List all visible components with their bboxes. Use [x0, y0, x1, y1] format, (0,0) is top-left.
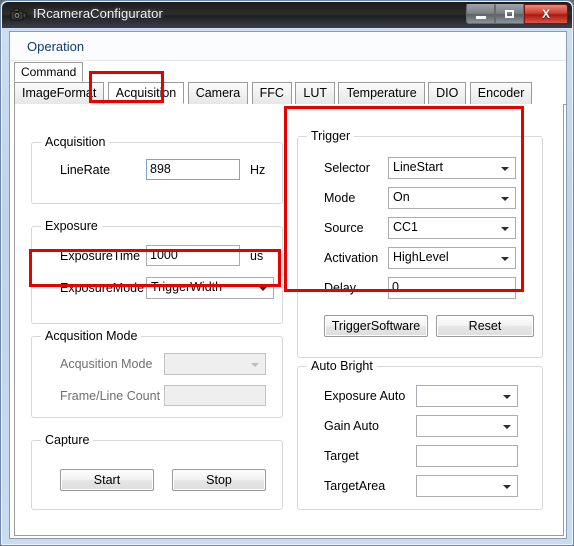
- trigger-software-button[interactable]: TriggerSoftware: [324, 315, 428, 337]
- client-area: Operation Command ImageFormat Acquisitio…: [9, 31, 567, 539]
- group-acquisition-mode: Acqusition Mode Acqusition Mode Frame/Li…: [31, 329, 283, 418]
- exposure-auto-label: Exposure Auto: [324, 389, 406, 403]
- tab-imageformat[interactable]: ImageFormat: [14, 82, 105, 104]
- window-title: IRcameraConfigurator: [33, 6, 163, 21]
- trigger-source-combobox[interactable]: CC1: [388, 217, 516, 239]
- chevron-down-icon: [259, 287, 267, 291]
- exposure-auto-combobox[interactable]: [416, 385, 518, 407]
- chevron-down-icon: [501, 197, 509, 201]
- group-capture-title: Capture: [41, 433, 94, 447]
- trigger-selector-value: LineStart: [393, 160, 444, 174]
- camera-icon: [10, 7, 27, 23]
- acquisitionmode-label: Acqusition Mode: [60, 357, 153, 371]
- menu-item-operation[interactable]: Operation: [22, 37, 89, 56]
- trigger-mode-combobox[interactable]: On: [388, 187, 516, 209]
- group-trigger-title: Trigger: [307, 129, 355, 143]
- maximize-icon: [496, 5, 523, 23]
- tab-acquisition[interactable]: Acquisition: [107, 82, 185, 104]
- maximize-button[interactable]: [495, 4, 524, 24]
- trigger-activation-value: HighLevel: [393, 250, 449, 264]
- tab-page-acquisition: Acquisition LineRate 898 Hz Exposure Exp…: [14, 104, 564, 536]
- targetarea-label: TargetArea: [324, 479, 386, 493]
- gain-auto-combobox[interactable]: [416, 415, 518, 437]
- trigger-source-label: Source: [324, 221, 364, 235]
- application-window: IRcameraConfigurator X Operation Command…: [0, 0, 574, 546]
- gain-auto-label: Gain Auto: [324, 419, 379, 433]
- trigger-selector-label: Selector: [324, 161, 370, 175]
- chevron-down-icon: [251, 363, 259, 367]
- minimize-icon: [467, 5, 494, 23]
- start-button[interactable]: Start: [60, 469, 154, 491]
- group-acquisition-mode-title: Acqusition Mode: [41, 329, 142, 343]
- exposuremode-combobox[interactable]: TriggerWidth: [146, 277, 274, 299]
- tab-row-command: Command: [14, 62, 84, 82]
- chevron-down-icon: [503, 395, 511, 399]
- trigger-reset-button[interactable]: Reset: [436, 315, 534, 337]
- tab-lut[interactable]: LUT: [295, 82, 336, 104]
- group-exposure: Exposure ExposureTime 1000 us ExposureMo…: [31, 219, 283, 324]
- trigger-mode-label: Mode: [324, 191, 356, 205]
- trigger-source-value: CC1: [393, 220, 419, 234]
- group-auto-bright: Auto Bright Exposure Auto Gain Auto Targ…: [297, 359, 543, 510]
- exposuremode-label: ExposureMode: [60, 281, 145, 295]
- tab-camera[interactable]: Camera: [187, 82, 249, 104]
- targetarea-combobox[interactable]: [416, 475, 518, 497]
- exposuretime-label: ExposureTime: [60, 249, 141, 263]
- framelinecount-input[interactable]: [164, 385, 266, 406]
- group-auto-bright-title: Auto Bright: [307, 359, 377, 373]
- minimize-button[interactable]: [466, 4, 495, 24]
- group-acquisition: Acquisition LineRate 898 Hz: [31, 135, 283, 204]
- chevron-down-icon: [503, 425, 511, 429]
- trigger-activation-combobox[interactable]: HighLevel: [388, 247, 516, 269]
- close-button[interactable]: X: [524, 4, 568, 24]
- tab-row-main: ImageFormat Acquisition Camera FFC LUT T…: [14, 82, 566, 126]
- group-acquisition-title: Acquisition: [41, 135, 110, 149]
- trigger-activation-label: Activation: [324, 251, 379, 265]
- linerate-unit: Hz: [250, 163, 266, 177]
- exposuretime-unit: us: [250, 249, 264, 263]
- trigger-delay-input[interactable]: 0: [388, 277, 516, 299]
- exposuretime-input[interactable]: 1000: [146, 245, 240, 266]
- chevron-down-icon: [503, 485, 511, 489]
- stop-button[interactable]: Stop: [172, 469, 266, 491]
- chevron-down-icon: [501, 167, 509, 171]
- tab-temperature[interactable]: Temperature: [338, 82, 425, 104]
- group-capture: Capture Start Stop: [31, 433, 283, 510]
- trigger-delay-label: Delay: [324, 281, 356, 295]
- trigger-mode-value: On: [393, 190, 410, 204]
- target-label: Target: [324, 449, 359, 463]
- trigger-selector-combobox[interactable]: LineStart: [388, 157, 516, 179]
- tab-dio[interactable]: DIO: [428, 82, 467, 104]
- linerate-label: LineRate: [60, 163, 111, 177]
- title-bar: IRcameraConfigurator X: [2, 2, 572, 28]
- framelinecount-label: Frame/Line Count: [60, 389, 161, 403]
- exposuremode-value: TriggerWidth: [151, 280, 223, 294]
- linerate-input[interactable]: 898: [146, 159, 240, 180]
- acquisitionmode-combobox[interactable]: [164, 353, 266, 375]
- group-exposure-title: Exposure: [41, 219, 102, 233]
- group-trigger: Trigger Selector LineStart Mode On Sourc…: [297, 129, 543, 358]
- tab-ffc[interactable]: FFC: [251, 82, 292, 104]
- close-icon: X: [541, 7, 550, 21]
- target-input[interactable]: [416, 445, 518, 467]
- tab-encoder[interactable]: Encoder: [469, 82, 533, 104]
- menu-bar: Operation: [10, 32, 566, 61]
- tab-command[interactable]: Command: [14, 62, 84, 82]
- chevron-down-icon: [501, 257, 509, 261]
- chevron-down-icon: [501, 227, 509, 231]
